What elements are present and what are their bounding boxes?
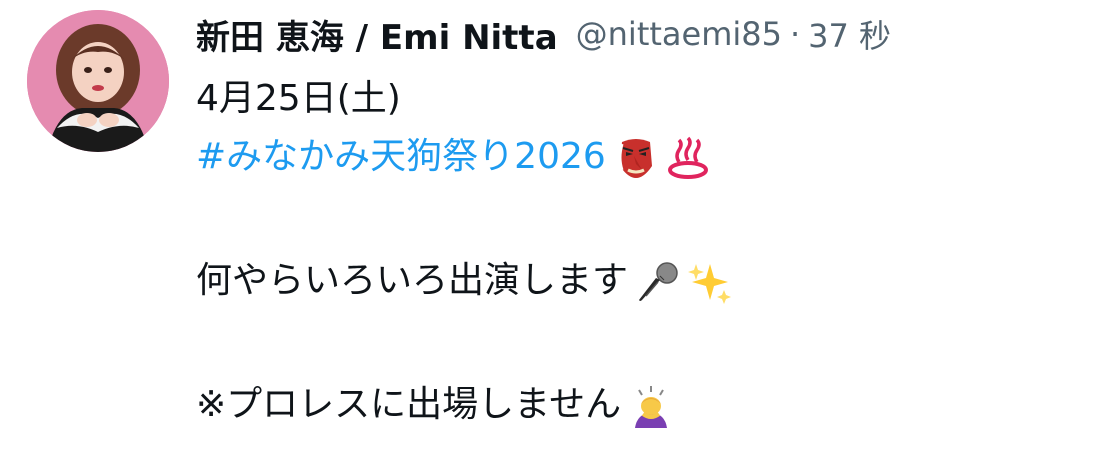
tengu-mask-icon [614,136,658,180]
user-handle[interactable]: @nittaemi85 [576,15,782,53]
announcement-text: 何やらいろいろ出演します [196,260,629,301]
avatar[interactable] [27,10,169,152]
hashtag-link[interactable]: #みなかみ天狗祭り2026 [196,136,606,177]
avatar-image [27,10,169,152]
tweet-body: 4月25日(土) #みなかみ天狗祭り2026 何やらいろいろ出演します ※プロレ… [196,70,732,434]
person-bowing-icon [629,384,673,428]
hashtag-line: #みなかみ天狗祭り2026 [196,128,732,186]
sparkles-icon [688,260,732,304]
tweet: 新田 恵海 / Emi Nitta @nittaemi85 · 37 秒 4月2… [0,0,1103,455]
timestamp[interactable]: 37 秒 [808,11,891,57]
tweet-header: 新田 恵海 / Emi Nitta @nittaemi85 · 37 秒 [196,10,891,58]
note-text: ※プロレスに出場しません [196,384,622,425]
announcement-line: 何やらいろいろ出演します [196,252,732,310]
display-name[interactable]: 新田 恵海 / Emi Nitta [196,10,558,59]
separator-dot: · [789,15,801,53]
hot-springs-icon [666,136,710,180]
note-line: ※プロレスに出場しません [196,376,732,434]
microphone-icon [636,260,680,304]
date-line: 4月25日(土) [196,78,401,119]
